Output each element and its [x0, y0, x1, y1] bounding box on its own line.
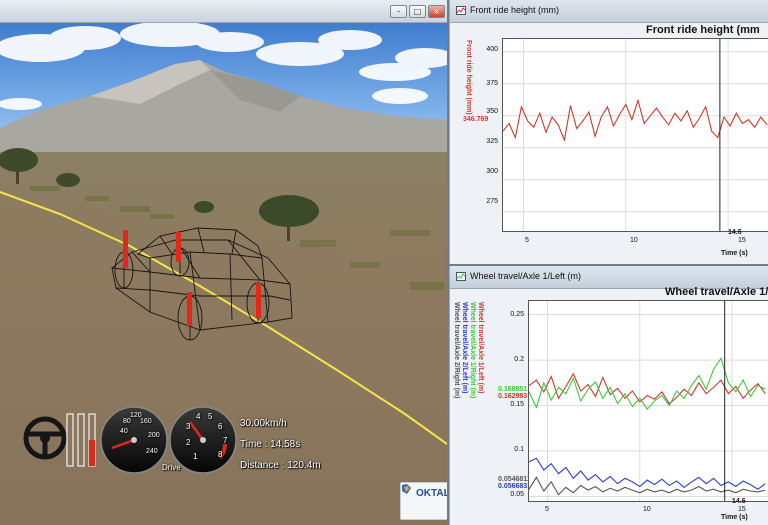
front-ride-chart	[503, 39, 768, 231]
logo-mark-icon	[402, 484, 411, 494]
front-ride-xtick: 5	[525, 237, 529, 244]
front-ride-plot-area[interactable]	[502, 38, 768, 232]
tacho-tick-7: 7	[223, 436, 228, 445]
wheel-travel-series-line	[529, 357, 766, 411]
tacho-tick-5: 5	[208, 412, 213, 421]
tacho-tick-2: 2	[186, 438, 191, 447]
logo-text: OKTAL	[416, 488, 447, 499]
front-ride-xtick: 15	[738, 237, 746, 244]
wheel-travel-chart	[529, 301, 768, 501]
front-ride-xtick: 10	[630, 237, 638, 244]
wheel-travel-window: Wheel travel/Axle 1/Left (m) Wheel trave…	[449, 266, 768, 525]
tacho-tick-6: 6	[218, 422, 223, 431]
cursor-value-axle1-left: 0.162983	[498, 393, 528, 400]
scene-graphic	[0, 0, 447, 525]
front-ride-cursor-time: 14.6	[728, 229, 742, 236]
front-ride-titlebar[interactable]: Front ride height (mm)	[450, 0, 768, 23]
speedo-tick-200: 200	[148, 432, 160, 439]
front-ride-ytick: 275	[486, 198, 498, 205]
cursor-value-axle1-right: 0.168951	[498, 386, 528, 393]
series-label-axle1-right: Wheel travel/Axle 1/Right (m)	[469, 302, 476, 399]
wheel-travel-series-line	[529, 372, 766, 405]
front-ride-ytick: 350	[486, 108, 498, 115]
wheel-travel-ytick: 0.05	[510, 491, 524, 498]
tacho-tick-4: 4	[196, 412, 201, 421]
wheel-travel-ytick: 0.25	[510, 311, 524, 318]
tacho-tick-8: 8	[218, 450, 223, 459]
front-ride-time-unit: Time (s)	[721, 250, 748, 257]
speedo-tick-160: 160	[140, 418, 152, 425]
wheel-travel-cursor-time: 14.6	[732, 498, 746, 505]
series-label-axle2-left: Wheel travel/Axle 2/Left (m)	[461, 302, 468, 394]
speedo-mode-label: Drive	[162, 463, 181, 472]
front-ride-y-label: Front ride height (mm)	[465, 40, 472, 115]
speedo-tick-240: 240	[146, 448, 158, 455]
simulation-viewport: – □ × 40 80 120 160 200 240 Drive 1 2 3 …	[0, 0, 447, 525]
front-ride-height-window: Front ride height (mm) Front ride height…	[449, 0, 768, 264]
wheel-travel-xtick: 5	[545, 506, 549, 513]
sim-window-titlebar: – □ ×	[0, 0, 447, 23]
wheel-travel-series-line	[529, 457, 766, 490]
cursor-value-axle2-right: 0.0546811	[498, 476, 531, 483]
close-button[interactable]: ×	[428, 5, 445, 18]
maximize-button[interactable]: □	[409, 5, 426, 18]
wheel-travel-plot-title: Wheel travel/Axle 1/Left	[665, 286, 768, 298]
front-ride-window-title: Front ride height (mm)	[470, 5, 560, 15]
front-ride-ytick: 400	[486, 46, 498, 53]
distance-readout: Distance : 120.4m	[240, 460, 321, 471]
wheel-travel-window-title: Wheel travel/Axle 1/Left (m)	[470, 271, 582, 281]
wheel-travel-time-unit: Time (s)	[721, 514, 748, 521]
wheel-travel-ytick: 0.15	[510, 401, 524, 408]
speed-readout: 30.00km/h	[240, 418, 287, 429]
cursor-value-axle2-left: 0.0566831	[498, 483, 532, 490]
chart-window-icon	[456, 6, 466, 15]
front-ride-ytick: 325	[486, 138, 498, 145]
tacho-tick-1: 1	[193, 452, 198, 461]
front-ride-ytick: 300	[486, 168, 498, 175]
wheel-travel-plot-area[interactable]	[528, 300, 768, 502]
minimize-button[interactable]: –	[390, 5, 407, 18]
oktal-logo: OKTAL	[400, 482, 447, 520]
speedo-tick-80: 80	[123, 418, 131, 425]
series-label-axle1-left: Wheel travel/Axle 1/Left (m)	[477, 302, 484, 394]
front-ride-ytick: 375	[486, 80, 498, 87]
wheel-travel-ytick: 0.1	[514, 446, 524, 453]
front-ride-plot-title: Front ride height (mm	[646, 24, 760, 36]
time-readout: Time : 14.58s	[240, 439, 301, 450]
speedo-tick-40: 40	[120, 428, 128, 435]
front-ride-series-line	[503, 98, 768, 143]
front-ride-cursor-value: 346.769	[463, 116, 489, 123]
wheel-travel-xtick: 15	[738, 506, 746, 513]
wheel-travel-xtick: 10	[643, 506, 651, 513]
wheel-travel-ytick: 0.2	[514, 356, 524, 363]
chart-window-icon	[456, 272, 466, 281]
series-label-axle2-right: Wheel travel/Axle 2/Right (m)	[453, 302, 460, 399]
tacho-tick-3: 3	[186, 422, 191, 431]
